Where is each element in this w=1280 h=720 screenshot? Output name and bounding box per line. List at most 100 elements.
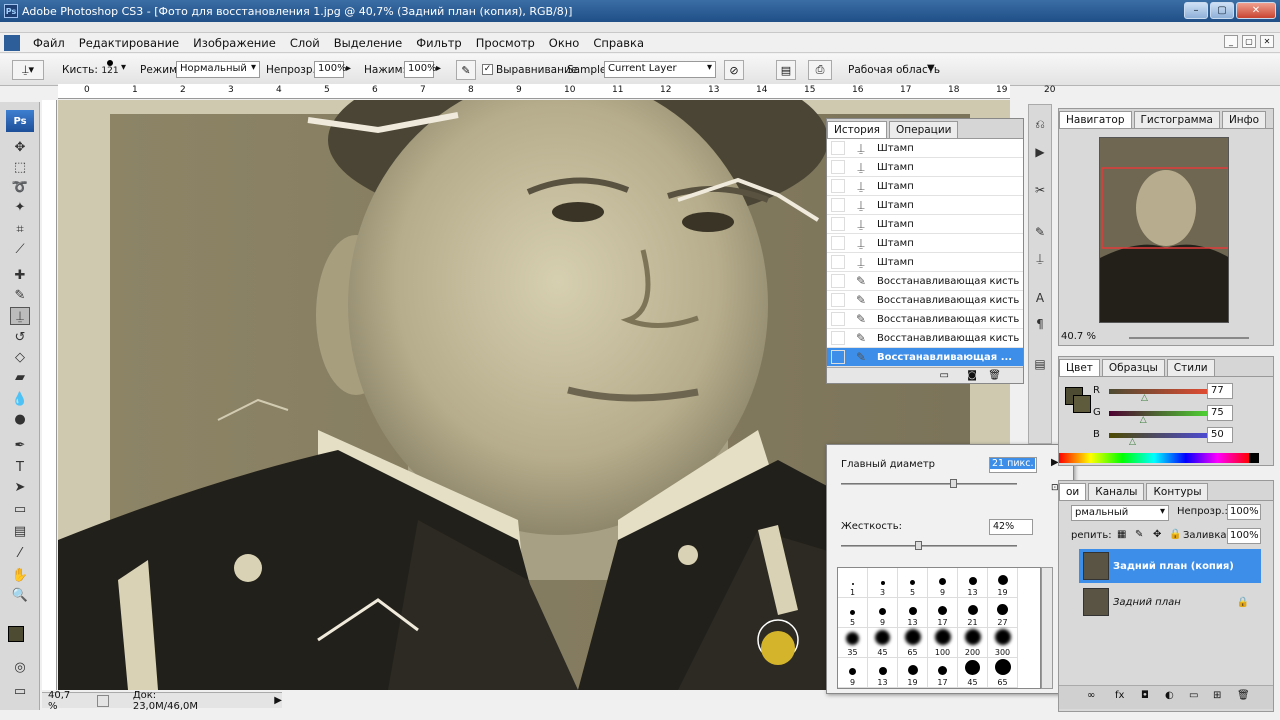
layer-row-background[interactable]: Задний план 🔒 <box>1079 585 1261 619</box>
screen-mode-icon[interactable]: ▭ <box>10 682 30 700</box>
brush-grid-scrollbar[interactable] <box>1041 567 1053 689</box>
diameter-slider-thumb[interactable] <box>950 479 958 488</box>
hardness-slider-thumb[interactable] <box>914 541 922 550</box>
menu-view[interactable]: Просмотр <box>469 36 542 50</box>
notes-tool-icon[interactable]: ▤ <box>10 522 30 540</box>
opacity-dropdown-icon[interactable]: ▸ <box>346 63 351 74</box>
brush-preset[interactable]: 21 <box>958 598 988 628</box>
history-brush-tool-icon[interactable]: ↺ <box>10 328 30 346</box>
brush-preset[interactable]: 100 <box>928 628 958 658</box>
tab-histogram[interactable]: Гистограмма <box>1133 111 1220 128</box>
color-background-swatch[interactable] <box>1073 395 1091 413</box>
menu-image[interactable]: Изображение <box>186 36 283 50</box>
eraser-tool-icon[interactable]: ◇ <box>10 348 30 366</box>
workspace-dropdown-icon[interactable]: ▼ <box>927 63 935 74</box>
brush-preset[interactable]: 300 <box>988 628 1018 658</box>
channel-g-thumb-icon[interactable]: △ <box>1140 415 1147 425</box>
history-snapshot-checkbox[interactable] <box>831 179 845 193</box>
tab-navigator[interactable]: Навигатор <box>1059 111 1132 128</box>
hardness-input[interactable]: 42% <box>989 519 1033 535</box>
menu-file[interactable]: Файл <box>26 36 72 50</box>
history-state[interactable]: ⍊ Штамп <box>827 139 1023 158</box>
actions-dock-icon[interactable]: ▶ <box>1031 143 1049 161</box>
color-spectrum-bar[interactable] <box>1059 453 1249 463</box>
channel-r-thumb-icon[interactable]: △ <box>1141 393 1148 403</box>
brush-preset[interactable]: 45 <box>868 628 898 658</box>
history-state[interactable]: ⍊ Штамп <box>827 158 1023 177</box>
brushes-palette-icon[interactable]: ▤ <box>776 60 796 80</box>
shape-tool-icon[interactable]: ▭ <box>10 500 30 518</box>
delete-layer-icon[interactable]: 🗑 <box>1237 690 1250 701</box>
history-dock-icon[interactable]: ⎌ <box>1031 115 1049 133</box>
lock-transparency-icon[interactable]: ▦ <box>1117 529 1126 540</box>
brush-preset[interactable]: 35 <box>838 628 868 658</box>
history-state[interactable]: ⍊ Штамп <box>827 234 1023 253</box>
tab-history[interactable]: История <box>827 121 887 138</box>
tab-swatches[interactable]: Образцы <box>1101 359 1165 376</box>
history-state[interactable]: ✎ Восстанавливающая кисть <box>827 310 1023 329</box>
history-snapshot-checkbox[interactable] <box>831 274 845 288</box>
quick-mask-icon[interactable]: ◎ <box>10 658 30 676</box>
dodge-tool-icon[interactable]: ● <box>10 410 30 428</box>
brush-preset[interactable]: 17 <box>928 658 958 688</box>
zoom-level[interactable]: 40,7 % <box>48 690 83 712</box>
channel-r-input[interactable]: 77 <box>1207 383 1233 399</box>
trash-icon[interactable]: 🗑 <box>988 370 1001 381</box>
path-selection-tool-icon[interactable]: ➤ <box>10 478 30 496</box>
brush-preset[interactable]: 19 <box>988 568 1018 598</box>
brush-preset[interactable]: 13 <box>868 658 898 688</box>
tab-info[interactable]: Инфо <box>1221 111 1267 128</box>
brush-preset[interactable]: 200 <box>958 628 988 658</box>
brush-preset[interactable]: 17 <box>928 598 958 628</box>
brush-preset[interactable]: 13 <box>958 568 988 598</box>
flow-dropdown-icon[interactable]: ▸ <box>436 63 441 74</box>
history-snapshot-checkbox[interactable] <box>831 293 845 307</box>
brush-preset[interactable]: 9 <box>868 598 898 628</box>
brush-preset[interactable]: 1 <box>838 568 868 598</box>
doc-minimize-button[interactable]: _ <box>1224 35 1238 48</box>
airbrush-icon[interactable]: ✎ <box>456 60 476 80</box>
link-layers-icon[interactable]: ∞ <box>1087 690 1095 701</box>
menu-select[interactable]: Выделение <box>327 36 410 50</box>
marquee-tool-icon[interactable]: ⬚ <box>10 158 30 176</box>
tab-color[interactable]: Цвет <box>1059 359 1100 376</box>
tab-actions[interactable]: Операции <box>888 121 959 138</box>
clone-stamp-tool-icon[interactable]: ⍊ <box>10 307 30 325</box>
diameter-slider[interactable] <box>841 483 1017 485</box>
menu-edit[interactable]: Редактирование <box>72 36 186 50</box>
crop-tool-icon[interactable]: ⌗ <box>10 220 30 238</box>
stamp-tool-preset-icon[interactable]: ⍊▾ <box>12 60 44 80</box>
navigator-thumbnail[interactable] <box>1099 137 1229 323</box>
history-state[interactable]: ✎ Восстанавливающая кисть <box>827 291 1023 310</box>
history-snapshot-checkbox[interactable] <box>831 217 845 231</box>
brush-dropdown-icon[interactable]: ▾ <box>121 62 126 73</box>
brush-preset[interactable]: 5 <box>838 598 868 628</box>
history-snapshot-checkbox[interactable] <box>831 350 845 364</box>
diameter-input[interactable]: 21 пикс. <box>989 457 1037 473</box>
history-snapshot-checkbox[interactable] <box>831 198 845 212</box>
brush-picker[interactable]: 121 <box>98 58 122 84</box>
pen-tool-icon[interactable]: ✒ <box>10 436 30 454</box>
layer-row-background-copy[interactable]: Задний план (копия) <box>1079 549 1261 583</box>
hand-tool-icon[interactable]: ✋ <box>10 566 30 584</box>
menu-window[interactable]: Окно <box>542 36 587 50</box>
navigator-zoom-slider[interactable] <box>1129 337 1249 339</box>
character-dock-icon[interactable]: A <box>1031 289 1049 307</box>
blend-mode-select[interactable]: рмальный ▾ <box>1071 505 1169 521</box>
brush-preset[interactable]: 3 <box>868 568 898 598</box>
clone-source-dock-icon[interactable]: ⍊ <box>1031 249 1049 267</box>
opacity-input[interactable]: 100% <box>314 61 347 78</box>
close-button[interactable]: ✕ <box>1236 2 1276 19</box>
history-state[interactable]: ⍊ Штамп <box>827 253 1023 272</box>
healing-brush-tool-icon[interactable]: ✚ <box>10 266 30 284</box>
lock-position-icon[interactable]: ✥ <box>1153 529 1161 540</box>
sample-select[interactable]: Current Layer <box>604 61 716 78</box>
brush-tool-icon[interactable]: ✎ <box>10 286 30 304</box>
tab-layers[interactable]: ои <box>1059 483 1087 500</box>
aligned-checkbox[interactable]: ✓ <box>482 64 493 75</box>
adjustment-layer-icon[interactable]: ◐ <box>1165 690 1174 701</box>
fill-input[interactable]: 100% <box>1227 528 1261 544</box>
layer-mask-icon[interactable]: ◘ <box>1141 690 1149 701</box>
doc-close-button[interactable]: ✕ <box>1260 35 1274 48</box>
tool-presets-icon[interactable]: ⎙ <box>808 60 832 80</box>
